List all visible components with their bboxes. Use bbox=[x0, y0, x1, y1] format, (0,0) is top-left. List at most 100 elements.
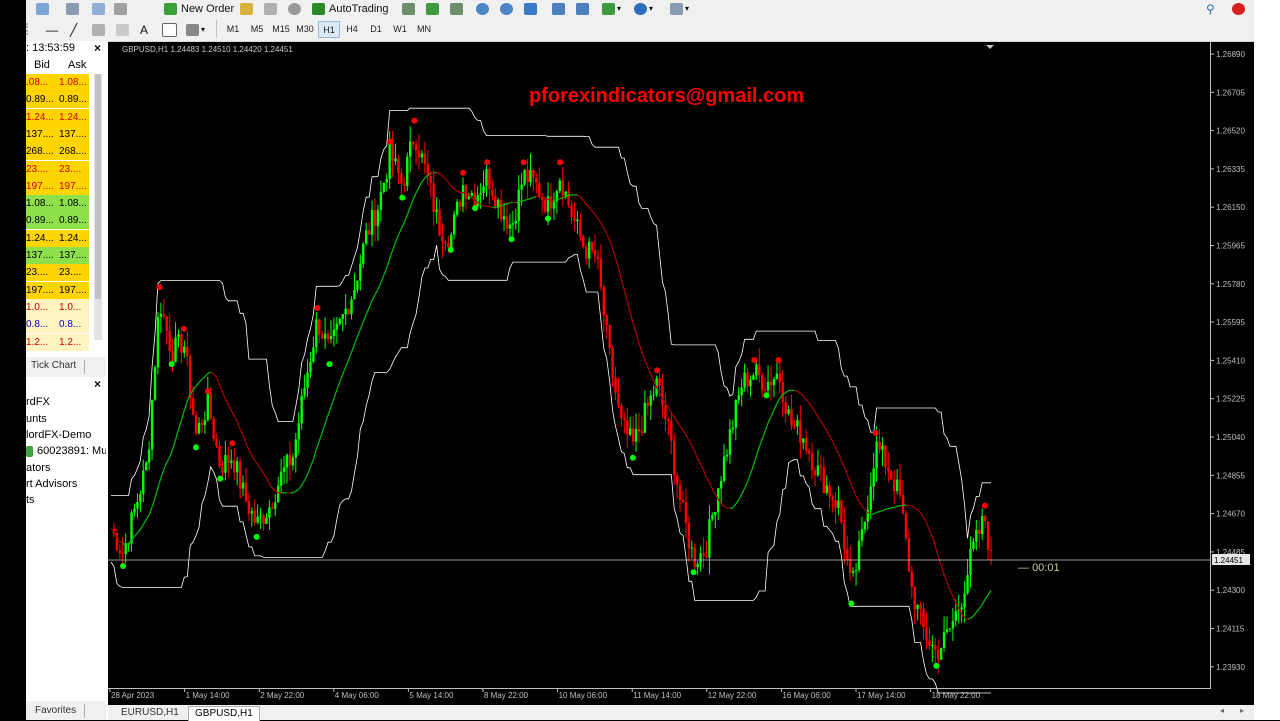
timeframe-h1[interactable]: H1 bbox=[318, 21, 340, 38]
scroll-right-icon[interactable]: ▸ bbox=[1240, 706, 1244, 715]
ma-segment bbox=[580, 197, 583, 200]
tab-tick-chart[interactable]: Tick Chart bbox=[31, 360, 76, 371]
scrollbar-thumb[interactable] bbox=[95, 74, 101, 299]
candle-body bbox=[248, 501, 250, 513]
hline-button[interactable]: — bbox=[46, 22, 58, 37]
toolbar-button[interactable] bbox=[114, 1, 127, 16]
candle-body bbox=[811, 454, 813, 470]
column-ask[interactable]: Ask bbox=[68, 59, 86, 71]
candle-body bbox=[840, 501, 842, 523]
notifications-button[interactable] bbox=[1232, 1, 1245, 16]
navigator-item-expert-advisors[interactable]: rt Advisors bbox=[26, 478, 77, 490]
label-button[interactable] bbox=[162, 22, 177, 37]
market-watch-row[interactable]: 268....268.... bbox=[26, 143, 89, 160]
toolbar-button[interactable] bbox=[92, 1, 105, 16]
timeframe-m30[interactable]: M30 bbox=[294, 21, 316, 38]
tab-favorites[interactable]: Favorites bbox=[35, 705, 76, 716]
bid-value: 137.... bbox=[26, 247, 54, 264]
navigator-item-accounts[interactable]: unts bbox=[26, 413, 47, 425]
navigator-item-scripts[interactable]: ts bbox=[26, 494, 35, 506]
autoscroll-button[interactable] bbox=[552, 1, 565, 16]
ma-segment bbox=[404, 215, 407, 222]
toolbar-button[interactable] bbox=[288, 1, 301, 16]
toolbar-button[interactable] bbox=[240, 1, 253, 16]
timeframe-m1[interactable]: M1 bbox=[222, 21, 244, 38]
autotrading-button[interactable]: AutoTrading bbox=[312, 1, 389, 16]
candle-body bbox=[802, 438, 804, 442]
close-icon[interactable]: × bbox=[94, 377, 101, 391]
fibo-button[interactable] bbox=[116, 22, 129, 37]
candle-chart-button[interactable] bbox=[426, 1, 439, 16]
indicators-button[interactable]: ▾ bbox=[602, 1, 621, 16]
navigator-item-broker[interactable]: rdFX bbox=[26, 396, 50, 408]
new-order-button[interactable]: New Order bbox=[164, 1, 234, 16]
market-watch-row[interactable]: 23....23.... bbox=[26, 161, 89, 178]
candles-layer bbox=[113, 126, 992, 674]
market-watch-row[interactable]: 1.2...1.2... bbox=[26, 334, 89, 351]
text-button[interactable]: A bbox=[140, 22, 148, 37]
sell-signal-dot bbox=[982, 503, 988, 509]
bar-chart-button[interactable] bbox=[402, 1, 415, 16]
candle-body bbox=[928, 641, 930, 646]
price-chart[interactable]: GBPUSD,H1 1.24483 1.24510 1.24420 1.2445… bbox=[108, 42, 1254, 705]
sell-signal-dot bbox=[157, 284, 163, 290]
market-watch-row[interactable]: 1.24...1.24... bbox=[26, 230, 89, 247]
channel-button[interactable] bbox=[92, 22, 105, 37]
close-icon[interactable]: × bbox=[94, 41, 101, 55]
tab-eurusd[interactable]: EURUSD,H1 bbox=[115, 706, 185, 720]
toolbar-button[interactable] bbox=[36, 1, 49, 16]
market-watch-row[interactable]: 1.08...1.08... bbox=[26, 195, 89, 212]
market-watch-row[interactable]: 0.89...0.89... bbox=[26, 91, 89, 108]
timeframe-h4[interactable]: H4 bbox=[341, 21, 363, 38]
ma-segment bbox=[739, 495, 742, 500]
chart-window[interactable]: GBPUSD,H1 1.24483 1.24510 1.24420 1.2445… bbox=[108, 42, 1254, 705]
toolbar-button[interactable] bbox=[264, 1, 277, 16]
ma-segment bbox=[167, 457, 170, 462]
candle-body bbox=[286, 455, 288, 468]
chart-shift-button[interactable] bbox=[576, 1, 589, 16]
market-watch-row[interactable]: 197....197.... bbox=[26, 282, 89, 299]
shapes-button[interactable]: ▾ bbox=[186, 22, 205, 37]
navigator-item-indicators[interactable]: ators bbox=[26, 462, 50, 474]
market-watch-row[interactable]: 1.0...1.0... bbox=[26, 299, 89, 316]
zoom-in-button[interactable] bbox=[476, 1, 489, 16]
market-watch-row[interactable]: 137....137.... bbox=[26, 247, 89, 264]
navigator-item-account[interactable]: 60023891: Mu bbox=[26, 445, 106, 457]
timeframe-m5[interactable]: M5 bbox=[246, 21, 268, 38]
indicators-icon bbox=[602, 3, 615, 15]
toolbar-button[interactable] bbox=[66, 1, 79, 16]
candle-body bbox=[251, 511, 253, 514]
market-watch-row[interactable]: 137....137.... bbox=[26, 126, 89, 143]
timeframe-m15[interactable]: M15 bbox=[270, 21, 292, 38]
line-chart-button[interactable] bbox=[450, 1, 463, 16]
market-watch-row[interactable]: 197....197.... bbox=[26, 178, 89, 195]
market-watch-row[interactable]: 0.89...0.89... bbox=[26, 212, 89, 229]
navigator-item-server[interactable]: lordFX-Demo bbox=[26, 429, 91, 441]
bar-countdown: — 00:01 bbox=[1018, 562, 1060, 574]
market-watch-row[interactable]: 0.8...0.8... bbox=[26, 316, 89, 333]
timeframe-w1[interactable]: W1 bbox=[389, 21, 411, 38]
trendline-button[interactable]: ╱ bbox=[70, 22, 77, 37]
tile-windows-button[interactable] bbox=[524, 1, 537, 16]
tab-gbpusd[interactable]: GBPUSD,H1 bbox=[188, 706, 260, 721]
market-watch-scrollbar[interactable] bbox=[94, 74, 102, 340]
buy-signal-dot bbox=[630, 455, 636, 461]
candle-body bbox=[218, 446, 220, 466]
market-watch-row[interactable]: .08...1.08... bbox=[26, 74, 89, 91]
ma-segment bbox=[903, 505, 906, 506]
timeframe-d1[interactable]: D1 bbox=[365, 21, 387, 38]
price-tick-label: 1.25780 bbox=[1216, 280, 1245, 289]
market-watch-row[interactable]: 23....23.... bbox=[26, 264, 89, 281]
chart-shift-marker[interactable] bbox=[986, 45, 994, 49]
search-button[interactable]: ⚲ bbox=[1206, 1, 1215, 16]
column-bid[interactable]: Bid bbox=[34, 59, 50, 71]
timeframe-mn[interactable]: MN bbox=[413, 21, 435, 38]
periods-button[interactable]: ▾ bbox=[634, 1, 653, 16]
zoom-out-button[interactable] bbox=[500, 1, 513, 16]
candle-body bbox=[271, 507, 273, 508]
market-watch-row[interactable]: 1.24...1.24... bbox=[26, 109, 89, 126]
scroll-left-icon[interactable]: ◂ bbox=[1220, 706, 1224, 715]
candle-body bbox=[567, 191, 569, 205]
ma-segment bbox=[850, 482, 853, 489]
templates-button[interactable]: ▾ bbox=[670, 1, 689, 16]
